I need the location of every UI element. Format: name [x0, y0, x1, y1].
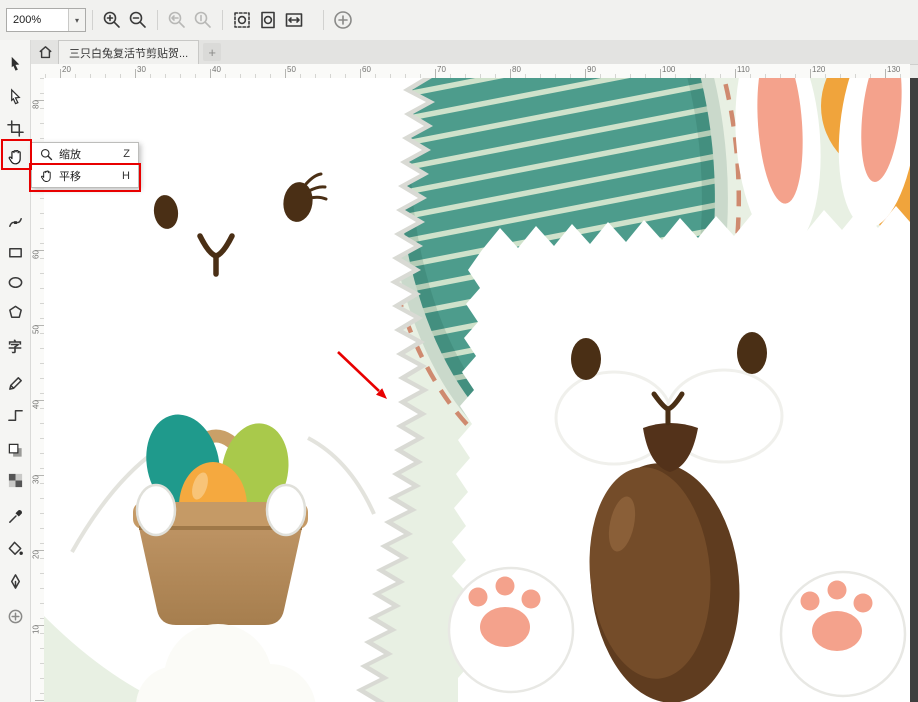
hand-icon: [38, 168, 54, 184]
toolbar-separator: [92, 10, 93, 30]
zoom-to-width-button[interactable]: [281, 7, 307, 33]
pencil-tool-button[interactable]: [2, 370, 28, 396]
home-button[interactable]: [34, 41, 56, 63]
zoom-previous-button: [164, 7, 190, 33]
zoom-in-button[interactable]: [99, 7, 125, 33]
flyout-zoom-label: 缩放: [59, 146, 123, 162]
connector-tool-button[interactable]: [2, 402, 28, 428]
toolbox: 字: [0, 40, 31, 702]
text-tool-button[interactable]: 字: [2, 334, 28, 360]
flyout-pan-label: 平移: [59, 168, 122, 184]
flyout-pan-item[interactable]: 平移 H: [32, 165, 138, 187]
zoom-to-page-icon: [257, 9, 279, 31]
shadow-icon: [7, 442, 24, 459]
drawing-canvas[interactable]: [44, 78, 910, 702]
rectangle-tool-button[interactable]: [2, 239, 28, 265]
document-tab-bar: 三只白兔复活节剪贴贺... +: [30, 40, 918, 65]
zoom-pan-flyout-menu: 缩放 Z 平移 H: [31, 142, 139, 188]
zoom-to-selected-button[interactable]: [229, 7, 255, 33]
flyout-pan-shortcut: H: [122, 170, 130, 182]
pencil-icon: [7, 375, 24, 392]
ellipse-tool-button[interactable]: [2, 269, 28, 295]
application-window: 200% ▾: [0, 0, 918, 702]
toolbar-separator: [323, 10, 324, 30]
pen-nib-icon: [7, 573, 24, 590]
pan-tool-button[interactable]: [2, 144, 28, 170]
fill-tool-button[interactable]: [2, 535, 28, 561]
curve-icon: [7, 214, 24, 231]
rectangle-icon: [7, 244, 24, 261]
zoom-level-value: 200%: [7, 14, 68, 26]
magnifier-icon: [38, 146, 54, 162]
crop-tool-button[interactable]: [2, 115, 28, 141]
zoom-level-dropdown[interactable]: 200% ▾: [6, 8, 86, 32]
home-icon: [37, 44, 54, 61]
top-toolbar: 200% ▾: [0, 0, 918, 41]
plus-circle-icon: [332, 9, 354, 31]
chevron-down-icon[interactable]: ▾: [68, 9, 85, 31]
paint-bucket-icon: [7, 540, 24, 557]
document-tab-title: 三只白兔复活节剪贴贺...: [69, 45, 188, 61]
zoom-one-shot-icon: [192, 9, 214, 31]
pick-tool-button[interactable]: [2, 50, 28, 76]
ruler-horizontal[interactable]: 2030405060708090100110120130: [30, 64, 910, 79]
flyout-zoom-item[interactable]: 缩放 Z: [32, 143, 138, 165]
text-tool-glyph: 字: [8, 340, 22, 354]
eyedropper-icon: [7, 508, 24, 525]
color-palette-strip[interactable]: [910, 78, 918, 702]
zoom-out-button[interactable]: [125, 7, 151, 33]
zoom-previous-icon: [166, 9, 188, 31]
zoom-to-selected-icon: [231, 9, 253, 31]
shape-tool-button[interactable]: [2, 83, 28, 109]
zoom-in-icon: [101, 9, 123, 31]
shadow-tool-button[interactable]: [2, 437, 28, 463]
zoom-to-width-icon: [283, 9, 305, 31]
more-tools-button[interactable]: [2, 603, 28, 629]
toolbar-separator: [222, 10, 223, 30]
zoom-to-page-button[interactable]: [255, 7, 281, 33]
new-tab-button[interactable]: +: [203, 43, 221, 61]
transparency-tool-button[interactable]: [2, 467, 28, 493]
artwork-easter-rabbits: [44, 78, 910, 702]
ellipse-icon: [7, 274, 24, 291]
outline-pen-tool-button[interactable]: [2, 568, 28, 594]
document-tab[interactable]: 三只白兔复活节剪贴贺...: [58, 40, 199, 64]
add-button[interactable]: [330, 7, 356, 33]
crop-icon: [7, 120, 24, 137]
flyout-zoom-shortcut: Z: [123, 148, 130, 160]
pick-arrow-icon: [7, 55, 24, 72]
connector-icon: [7, 407, 24, 424]
hand-icon: [6, 148, 25, 167]
toolbar-separator: [157, 10, 158, 30]
zoom-out-icon: [127, 9, 149, 31]
bezier-tool-button[interactable]: [2, 209, 28, 235]
eyedropper-tool-button[interactable]: [2, 503, 28, 529]
shape-arrow-icon: [7, 88, 24, 105]
polygon-tool-button[interactable]: [2, 299, 28, 325]
polygon-icon: [7, 304, 24, 321]
checkerboard-icon: [7, 472, 24, 489]
zoom-one-shot-button: [190, 7, 216, 33]
plus-circle-icon: [7, 608, 24, 625]
